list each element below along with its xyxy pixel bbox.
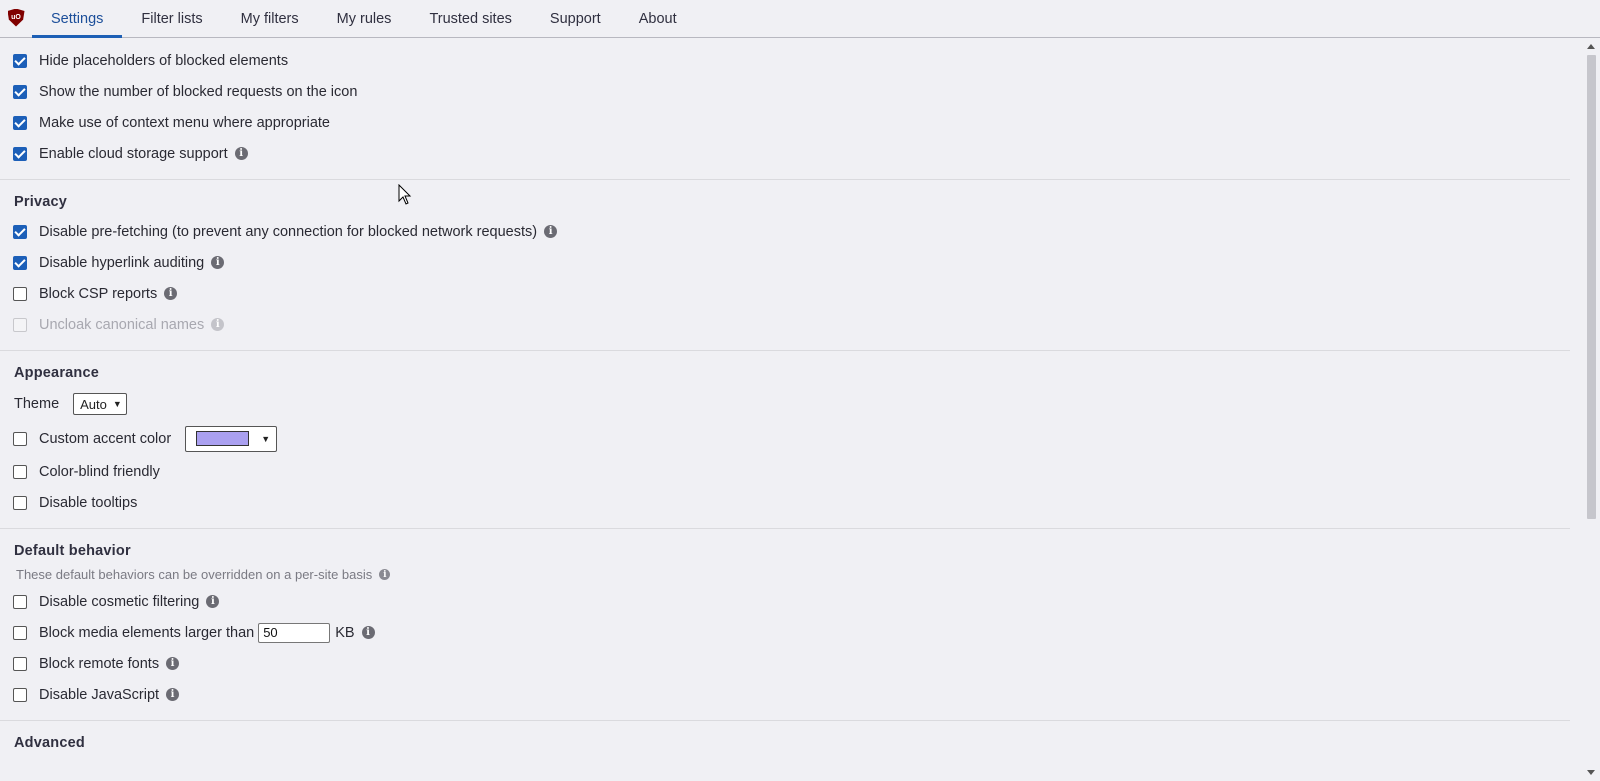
vertical-scrollbar[interactable] (1583, 38, 1600, 781)
settings-content: Hide placeholders of blocked elements Sh… (0, 38, 1570, 781)
scroll-down-arrow-icon[interactable] (1587, 770, 1595, 775)
block-csp-reports-option[interactable]: Block CSP reports i (0, 278, 1570, 309)
tab-filter-lists[interactable]: Filter lists (122, 0, 221, 37)
option-label: Hide placeholders of blocked elements (39, 52, 289, 69)
disable-prefetching-option[interactable]: Disable pre-fetching (to prevent any con… (0, 216, 1570, 247)
option-label: Disable pre-fetching (to prevent any con… (39, 223, 538, 240)
color-blind-checkbox[interactable] (13, 464, 27, 479)
disable-hyperlink-auditing-option[interactable]: Disable hyperlink auditing i (0, 247, 1570, 278)
info-icon[interactable]: i (544, 225, 558, 238)
info-icon[interactable]: i (211, 256, 225, 269)
tab-trusted-sites[interactable]: Trusted sites (410, 0, 530, 37)
disable-javascript-checkbox[interactable] (13, 687, 27, 702)
block-csp-reports-checkbox[interactable] (13, 286, 27, 301)
disable-tooltips-checkbox[interactable] (13, 495, 27, 510)
scroll-up-arrow-icon[interactable] (1587, 44, 1595, 49)
disable-cosmetic-option[interactable]: Disable cosmetic filtering i (0, 586, 1570, 617)
option-label: Color-blind friendly (39, 463, 160, 480)
ublock-logo: uO (0, 0, 32, 37)
tab-bar: uO Settings Filter lists My filters My r… (0, 0, 1600, 38)
cloud-storage-checkbox[interactable] (13, 146, 27, 161)
hide-placeholders-option[interactable]: Hide placeholders of blocked elements (0, 45, 1570, 76)
accent-color-swatch (196, 431, 250, 446)
option-label: Custom accent color (39, 430, 172, 447)
appearance-section: Appearance Theme Auto ▼ Custom accent co… (0, 351, 1570, 529)
theme-select[interactable]: Auto ▼ (73, 393, 127, 415)
tab-my-filters[interactable]: My filters (222, 0, 318, 37)
privacy-section: Privacy Disable pre-fetching (to prevent… (0, 180, 1570, 351)
mouse-cursor-icon (398, 184, 412, 205)
advanced-section: Advanced (0, 721, 1570, 767)
shield-icon: uO (7, 8, 25, 27)
tab-my-rules[interactable]: My rules (318, 0, 411, 37)
tab-about[interactable]: About (620, 0, 696, 37)
uncloak-cnames-option: Uncloak canonical names i (0, 309, 1570, 340)
option-label: Uncloak canonical names (39, 316, 205, 333)
custom-accent-checkbox[interactable] (13, 431, 27, 446)
tab-support[interactable]: Support (531, 0, 620, 37)
default-behavior-heading: Default behavior (14, 543, 131, 559)
disable-tooltips-option[interactable]: Disable tooltips (0, 487, 1570, 518)
info-icon[interactable]: i (234, 147, 248, 160)
show-blocked-count-option[interactable]: Show the number of blocked requests on t… (0, 76, 1570, 107)
info-icon[interactable]: i (166, 657, 180, 670)
hide-placeholders-checkbox[interactable] (13, 53, 27, 68)
cloud-storage-option[interactable]: Enable cloud storage support i (0, 138, 1570, 169)
uncloak-cnames-checkbox (13, 317, 27, 332)
default-behavior-note: These default behaviors can be overridde… (0, 565, 1570, 586)
option-label: Make use of context menu where appropria… (39, 114, 330, 131)
block-media-checkbox[interactable] (13, 625, 27, 640)
chevron-down-icon: ▼ (112, 399, 122, 409)
disable-cosmetic-checkbox[interactable] (13, 594, 27, 609)
appearance-heading: Appearance (14, 365, 100, 381)
disable-hyperlink-auditing-checkbox[interactable] (13, 255, 27, 270)
block-remote-fonts-option[interactable]: Block remote fonts i (0, 648, 1570, 679)
privacy-heading: Privacy (14, 194, 67, 210)
disable-javascript-option[interactable]: Disable JavaScript i (0, 679, 1570, 710)
accent-color-picker[interactable]: ▼ (185, 425, 278, 452)
default-behavior-section: Default behavior These default behaviors… (0, 529, 1570, 721)
option-label: Disable JavaScript (39, 686, 160, 703)
tab-settings[interactable]: Settings (32, 0, 123, 38)
media-size-input[interactable]: 50 (258, 622, 331, 643)
media-unit-label: KB (335, 624, 355, 641)
block-remote-fonts-checkbox[interactable] (13, 656, 27, 671)
option-label: Disable cosmetic filtering (39, 593, 200, 610)
option-label: Disable hyperlink auditing (39, 254, 205, 271)
scroll-thumb[interactable] (1587, 55, 1596, 519)
custom-accent-option[interactable]: Custom accent color ▼ (0, 421, 1570, 456)
option-label: Enable cloud storage support (39, 145, 228, 162)
info-icon[interactable]: i (166, 688, 180, 701)
option-label: Show the number of blocked requests on t… (39, 83, 358, 100)
option-label: Block remote fonts (39, 655, 160, 672)
info-icon[interactable]: i (361, 626, 375, 639)
info-icon[interactable]: i (206, 595, 220, 608)
theme-row: Theme Auto ▼ (0, 387, 1570, 421)
color-blind-option[interactable]: Color-blind friendly (0, 456, 1570, 487)
block-media-option[interactable]: Block media elements larger than 50 KB i (0, 617, 1570, 648)
general-section: Hide placeholders of blocked elements Sh… (0, 38, 1570, 180)
advanced-heading: Advanced (14, 735, 85, 751)
info-icon: i (211, 318, 225, 331)
info-icon[interactable]: i (164, 287, 178, 300)
option-label: Block media elements larger than (39, 624, 255, 641)
show-blocked-count-checkbox[interactable] (13, 84, 27, 99)
theme-select-value: Auto (80, 396, 107, 412)
context-menu-option[interactable]: Make use of context menu where appropria… (0, 107, 1570, 138)
chevron-down-icon: ▼ (261, 433, 271, 444)
option-label: Disable tooltips (39, 494, 138, 511)
context-menu-checkbox[interactable] (13, 115, 27, 130)
theme-label: Theme (14, 396, 60, 412)
option-label: Block CSP reports (39, 285, 158, 302)
info-icon[interactable]: i (379, 569, 391, 580)
disable-prefetching-checkbox[interactable] (13, 224, 27, 239)
